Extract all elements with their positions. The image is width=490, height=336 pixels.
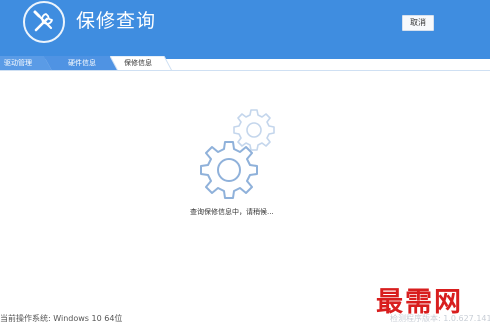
warranty-query-window: 保修查询 取消 驱动管理 硬件信息 保修信息 查询保修信息中，请稍候... 当前… (0, 0, 490, 336)
app-title: 保修查询 (76, 10, 157, 32)
tab-label: 硬件信息 (68, 59, 96, 67)
tab-label: 驱动管理 (4, 59, 32, 67)
tab-label: 保修信息 (124, 59, 152, 67)
cancel-button[interactable]: 取消 (402, 15, 434, 31)
os-info: 当前操作系统: Windows 10 64位 (0, 313, 122, 324)
site-watermark: 最需网 (376, 287, 463, 318)
title-bar: 保修查询 取消 (0, 0, 490, 59)
gears-icon (196, 108, 286, 204)
os-value: Windows 10 64位 (53, 314, 123, 323)
tab-hardware-info[interactable]: 硬件信息 (44, 56, 120, 71)
tab-warranty-info[interactable]: 保修信息 (110, 56, 172, 71)
wrench-screwdriver-icon (23, 1, 65, 43)
os-label: 当前操作系统: (0, 314, 51, 323)
tab-bar: 驱动管理 硬件信息 保修信息 (0, 56, 490, 71)
loading-status-text: 查询保修信息中，请稍候... (190, 208, 274, 216)
